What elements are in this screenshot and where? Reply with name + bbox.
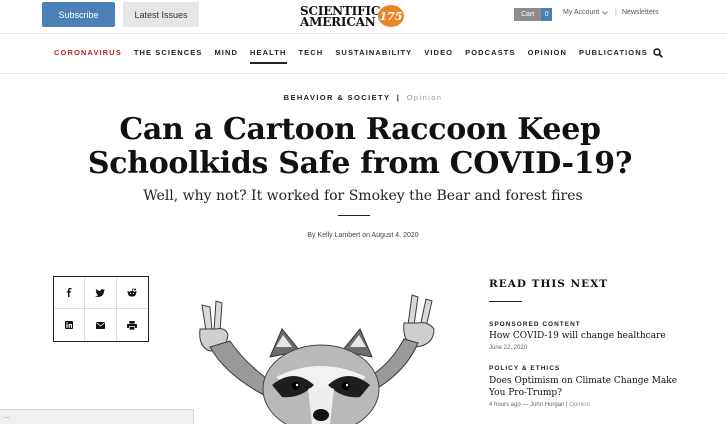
nav-item-sustainability[interactable]: SUSTAINABILITY [335,44,412,64]
read-next-item-2-meta: 4 hours ago — John Horgan | Opinion [489,402,590,408]
search-icon[interactable] [653,48,663,58]
my-account-menu[interactable]: My Account [563,9,609,16]
email-icon [95,321,105,329]
subscribe-button[interactable]: Subscribe [42,2,115,27]
nav-item-publications[interactable]: PUBLICATIONS [579,44,648,64]
headline-line-2: Schoolkids Safe from COVID-19? [87,146,633,181]
read-next-item-2-headline[interactable]: Does Optimism on Climate Change Make You… [489,375,679,399]
cart-button[interactable]: Cart 0 [514,8,553,21]
read-next-divider [489,301,522,302]
header-separator: | [615,9,617,16]
article-byline: By Kelly Lambert on August 4, 2020 [307,232,419,239]
nav-item-tech[interactable]: TECH [299,44,324,64]
share-box [53,276,149,342]
newsletters-link[interactable]: Newsletters [622,9,659,16]
header-divider [0,33,726,34]
read-next-item-1-headline[interactable]: How COVID-19 will change healthcare [489,330,679,342]
latest-issues-button[interactable]: Latest Issues [123,2,199,27]
linkedin-icon [65,321,74,329]
reddit-icon [127,288,138,297]
nav-divider [0,73,726,74]
read-next-item-1-category: SPONSORED CONTENT [489,321,581,328]
nav-item-opinion[interactable]: OPINION [528,44,567,64]
logo-anniversary-badge: 175 [378,5,404,27]
headline-line-1: Can a Cartoon Raccoon Keep [119,112,601,147]
article-headline: Can a Cartoon Raccoon Keep Schoolkids Sa… [60,113,660,181]
facebook-icon [66,288,72,297]
hero-image-raccoon [199,294,435,424]
kicker-type-label: Opinion [406,93,443,102]
share-reddit-button[interactable] [116,277,148,309]
read-next-item-2-headline-line-2: You Pro-Trump? [489,388,562,398]
top-bar: Subscribe Latest Issues SCIENTIFIC AMERI… [0,0,726,34]
article-kicker: BEHAVIOR & SOCIETY | Opinion [0,93,726,102]
raccoon-head [262,328,380,424]
read-next-title: READ THIS NEXT [489,278,609,290]
twitter-icon [95,288,106,297]
read-next-item-2-type: Opinion [569,402,590,408]
cart-count-badge: 0 [541,8,553,21]
share-facebook-button[interactable] [54,277,86,309]
share-print-button[interactable] [117,309,148,341]
my-account-label: My Account [563,9,600,16]
nav-item-health[interactable]: HEALTH [250,44,287,64]
chevron-down-icon [602,10,609,15]
cart-label: Cart [514,8,542,21]
site-logo[interactable]: SCIENTIFIC AMERICAN 175 [300,3,406,29]
nav-item-coronavirus[interactable]: CORONAVIRUS [54,44,122,64]
article-dek: Well, why not? It worked for Smokey the … [143,188,583,204]
kicker-section-link[interactable]: BEHAVIOR & SOCIETY [284,93,391,102]
logo-line-2: AMERICAN [300,15,376,29]
nav-item-the-sciences[interactable]: THE SCIENCES [134,44,203,64]
main-nav: CORONAVIRUS THE SCIENCES MIND HEALTH TEC… [54,44,648,64]
share-linkedin-button[interactable] [54,309,86,341]
browser-status-bar: ... [0,409,194,424]
print-icon [127,320,138,330]
kicker-separator: | [396,93,401,102]
read-next-item-1-date: June 22, 2020 [489,345,528,351]
share-email-button[interactable] [85,309,117,341]
dek-divider [338,215,370,216]
read-next-item-2-category: POLICY & ETHICS [489,365,561,372]
read-next-item-2-time-author: 4 hours ago — John Horgan | [489,402,568,408]
nav-item-mind[interactable]: MIND [214,44,238,64]
nav-item-podcasts[interactable]: PODCASTS [465,44,515,64]
nav-item-video[interactable]: VIDEO [424,44,453,64]
share-twitter-button[interactable] [85,277,117,309]
read-next-item-2-headline-line-1: Does Optimism on Climate Change Make [489,376,678,386]
